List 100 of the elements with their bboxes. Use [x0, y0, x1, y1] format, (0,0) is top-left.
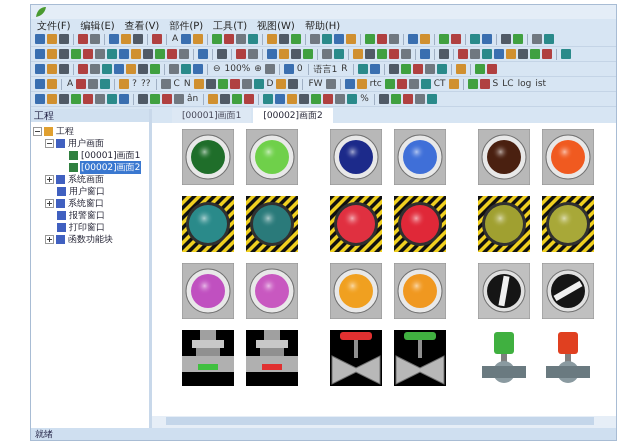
toolbar-button[interactable]: ist: [534, 79, 548, 89]
toolbar-icon[interactable]: [377, 34, 388, 44]
toolbar-icon[interactable]: [390, 94, 401, 104]
toolbar-button[interactable]: LC: [501, 79, 515, 89]
menu-item[interactable]: 部件(P): [169, 18, 204, 32]
tree-item[interactable]: 用户画面: [67, 136, 105, 150]
toolbar-icon[interactable]: [408, 34, 418, 44]
toolbar-icon[interactable]: [284, 64, 294, 74]
menu-item[interactable]: 帮助(H): [304, 18, 340, 32]
toolbar-icon[interactable]: [230, 79, 240, 89]
toolbar-icon[interactable]: [389, 34, 400, 44]
toolbar-icon[interactable]: [299, 94, 310, 104]
toolbar-icon[interactable]: [378, 94, 389, 104]
toolbar-icon[interactable]: [486, 64, 497, 74]
toolbar-icon[interactable]: [408, 79, 419, 89]
toolbar-icon[interactable]: [220, 94, 230, 104]
toolbar-icon[interactable]: [436, 64, 447, 74]
collapse-icon[interactable]: [45, 138, 54, 148]
tree-item[interactable]: [00002]画面2: [80, 160, 142, 174]
toolbar-icon[interactable]: [254, 79, 264, 89]
toolbar-icon[interactable]: [334, 34, 344, 44]
toolbar-button[interactable]: CT: [432, 79, 447, 89]
toolbar-button[interactable]: ?: [131, 79, 138, 89]
toolbar-icon[interactable]: [279, 34, 290, 44]
toolbar-icon[interactable]: [370, 64, 380, 74]
toolbar-button[interactable]: ⊕: [253, 64, 263, 74]
toolbar-icon[interactable]: [212, 34, 222, 44]
toolbar-icon[interactable]: [88, 79, 98, 89]
menu-item[interactable]: 工具(T): [213, 18, 248, 32]
toolbar-icon[interactable]: [426, 94, 437, 104]
toolbar-icon[interactable]: [420, 79, 431, 89]
toolbar-icon[interactable]: [242, 79, 252, 89]
toolbar-button[interactable]: 100%: [224, 64, 252, 74]
expand-icon[interactable]: [45, 174, 54, 184]
screen-tab[interactable]: [00002]画面2: [253, 108, 333, 123]
toolbar-icon[interactable]: [501, 34, 512, 44]
toolbar-icon[interactable]: [451, 34, 462, 44]
toolbar-icon[interactable]: [402, 94, 413, 104]
toolbar-icon[interactable]: [544, 34, 554, 44]
toolbar-icon[interactable]: [439, 34, 450, 44]
toolbar-button[interactable]: R: [340, 64, 349, 74]
toolbar-button[interactable]: ân: [186, 94, 200, 104]
toolbar-button[interactable]: N: [182, 79, 192, 89]
toolbar-button[interactable]: A: [66, 79, 74, 89]
expand-icon[interactable]: [45, 234, 54, 244]
toolbar-icon[interactable]: [412, 64, 423, 74]
toolbar-button[interactable]: ⊖: [212, 64, 222, 74]
toolbar-icon[interactable]: [218, 79, 228, 89]
toolbar-icon[interactable]: [532, 34, 542, 44]
toolbar-icon[interactable]: [291, 34, 302, 44]
toolbar-icon[interactable]: [384, 79, 395, 89]
tree-item[interactable]: 用户窗口: [68, 184, 106, 198]
tree-item[interactable]: 打印窗口: [68, 220, 106, 234]
menu-item[interactable]: 视图(W): [257, 18, 295, 32]
toolbar-button[interactable]: D: [266, 79, 274, 89]
toolbar-icon[interactable]: [206, 79, 216, 89]
toolbar-icon[interactable]: [388, 64, 399, 74]
toolbar-icon[interactable]: [248, 34, 258, 44]
toolbar-button[interactable]: 语言1: [312, 62, 338, 76]
toolbar-button[interactable]: %: [359, 94, 370, 104]
toolbar-icon[interactable]: [344, 79, 355, 89]
tree-item[interactable]: 系统画面: [67, 172, 105, 186]
toolbar-button[interactable]: log: [516, 79, 532, 89]
horizontal-scrollbar[interactable]: [152, 416, 616, 428]
tree-item[interactable]: 函数功能块: [67, 232, 114, 246]
toolbar-icon[interactable]: [335, 94, 346, 104]
toolbar-icon[interactable]: [264, 64, 275, 74]
toolbar-icon[interactable]: [347, 94, 358, 104]
toolbar-icon[interactable]: [263, 94, 274, 104]
tree-item[interactable]: 工程: [55, 124, 75, 138]
toolbar-icon[interactable]: [474, 64, 485, 74]
screen-tab[interactable]: [00001]画面1: [172, 108, 252, 123]
toolbar-icon[interactable]: [322, 34, 332, 44]
expand-icon[interactable]: [45, 198, 54, 208]
toolbar-icon[interactable]: [224, 34, 234, 44]
menu-item[interactable]: 文件(F): [37, 18, 71, 32]
toolbar-icon[interactable]: [400, 64, 411, 74]
toolbar-icon[interactable]: [326, 79, 336, 89]
toolbar-icon[interactable]: [244, 94, 254, 104]
collapse-icon[interactable]: [33, 126, 42, 136]
tree-item[interactable]: 报警窗口: [68, 208, 106, 222]
toolbar-icon[interactable]: [480, 79, 490, 89]
toolbar-icon[interactable]: [358, 64, 368, 74]
menu-item[interactable]: 查看(V): [124, 18, 160, 32]
toolbar-icon[interactable]: [323, 94, 334, 104]
toolbar-icon[interactable]: [236, 34, 246, 44]
tree-item[interactable]: [00001]画面1: [80, 148, 142, 162]
toolbar-button[interactable]: C: [172, 79, 181, 89]
toolbar-icon[interactable]: [232, 94, 242, 104]
toolbar-icon[interactable]: [396, 79, 407, 89]
toolbar-icon[interactable]: [513, 34, 524, 44]
menu-item[interactable]: 编辑(E): [80, 18, 115, 32]
toolbar-icon[interactable]: [181, 34, 192, 44]
toolbar-button[interactable]: FW: [307, 79, 324, 89]
toolbar-icon[interactable]: [424, 64, 435, 74]
toolbar-icon[interactable]: [160, 79, 171, 89]
toolbar-icon[interactable]: [482, 34, 492, 44]
toolbar-icon[interactable]: [365, 34, 376, 44]
tree-item[interactable]: 系统窗口: [67, 196, 105, 210]
toolbar-icon[interactable]: [310, 34, 320, 44]
